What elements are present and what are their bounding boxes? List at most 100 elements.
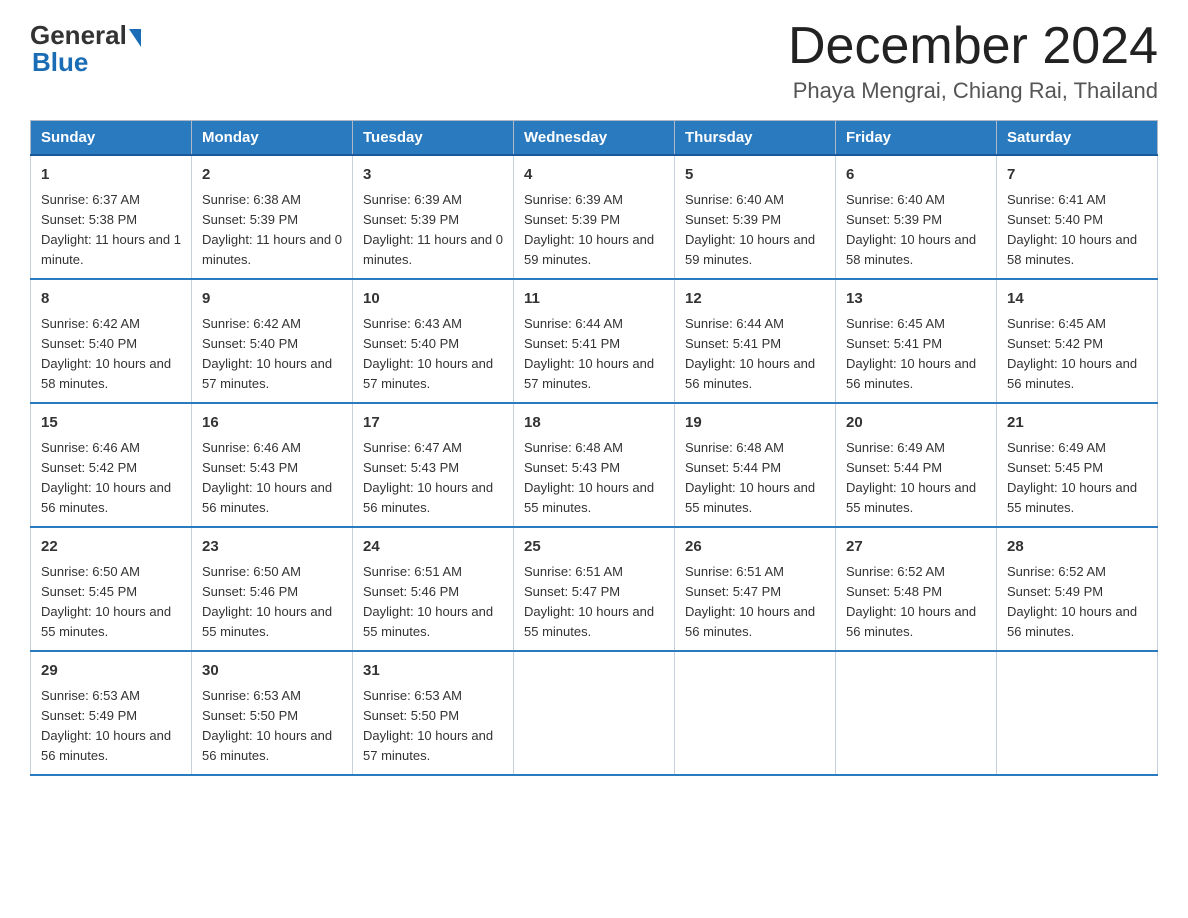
day-info: Sunrise: 6:53 AMSunset: 5:50 PMDaylight:…: [202, 688, 332, 763]
day-number: 18: [524, 412, 664, 435]
calendar-cell: 20 Sunrise: 6:49 AMSunset: 5:44 PMDaylig…: [836, 403, 997, 527]
calendar-cell: [675, 651, 836, 775]
week-row-3: 15 Sunrise: 6:46 AMSunset: 5:42 PMDaylig…: [31, 403, 1158, 527]
day-number: 9: [202, 288, 342, 311]
day-info: Sunrise: 6:52 AMSunset: 5:49 PMDaylight:…: [1007, 564, 1137, 639]
header-thursday: Thursday: [675, 121, 836, 156]
month-title: December 2024: [788, 20, 1158, 72]
day-info: Sunrise: 6:43 AMSunset: 5:40 PMDaylight:…: [363, 316, 493, 391]
day-info: Sunrise: 6:49 AMSunset: 5:45 PMDaylight:…: [1007, 440, 1137, 515]
day-number: 16: [202, 412, 342, 435]
day-info: Sunrise: 6:50 AMSunset: 5:45 PMDaylight:…: [41, 564, 171, 639]
day-number: 28: [1007, 536, 1147, 559]
day-number: 13: [846, 288, 986, 311]
calendar-cell: 10 Sunrise: 6:43 AMSunset: 5:40 PMDaylig…: [353, 279, 514, 403]
day-number: 31: [363, 660, 503, 683]
day-number: 22: [41, 536, 181, 559]
day-info: Sunrise: 6:46 AMSunset: 5:43 PMDaylight:…: [202, 440, 332, 515]
day-number: 23: [202, 536, 342, 559]
day-number: 20: [846, 412, 986, 435]
day-info: Sunrise: 6:38 AMSunset: 5:39 PMDaylight:…: [202, 192, 342, 267]
header-wednesday: Wednesday: [514, 121, 675, 156]
day-number: 29: [41, 660, 181, 683]
calendar-cell: 28 Sunrise: 6:52 AMSunset: 5:49 PMDaylig…: [997, 527, 1158, 651]
day-info: Sunrise: 6:39 AMSunset: 5:39 PMDaylight:…: [363, 192, 503, 267]
calendar-cell: 15 Sunrise: 6:46 AMSunset: 5:42 PMDaylig…: [31, 403, 192, 527]
week-row-2: 8 Sunrise: 6:42 AMSunset: 5:40 PMDayligh…: [31, 279, 1158, 403]
day-info: Sunrise: 6:51 AMSunset: 5:47 PMDaylight:…: [685, 564, 815, 639]
day-info: Sunrise: 6:45 AMSunset: 5:42 PMDaylight:…: [1007, 316, 1137, 391]
title-area: December 2024 Phaya Mengrai, Chiang Rai,…: [788, 20, 1158, 104]
week-row-5: 29 Sunrise: 6:53 AMSunset: 5:49 PMDaylig…: [31, 651, 1158, 775]
day-info: Sunrise: 6:39 AMSunset: 5:39 PMDaylight:…: [524, 192, 654, 267]
logo-arrow-icon: [129, 29, 141, 47]
calendar-cell: 1 Sunrise: 6:37 AMSunset: 5:38 PMDayligh…: [31, 155, 192, 279]
calendar-cell: 13 Sunrise: 6:45 AMSunset: 5:41 PMDaylig…: [836, 279, 997, 403]
day-info: Sunrise: 6:48 AMSunset: 5:43 PMDaylight:…: [524, 440, 654, 515]
day-info: Sunrise: 6:41 AMSunset: 5:40 PMDaylight:…: [1007, 192, 1137, 267]
calendar-cell: 24 Sunrise: 6:51 AMSunset: 5:46 PMDaylig…: [353, 527, 514, 651]
calendar-cell: 11 Sunrise: 6:44 AMSunset: 5:41 PMDaylig…: [514, 279, 675, 403]
calendar-cell: 26 Sunrise: 6:51 AMSunset: 5:47 PMDaylig…: [675, 527, 836, 651]
day-info: Sunrise: 6:53 AMSunset: 5:49 PMDaylight:…: [41, 688, 171, 763]
calendar-cell: 6 Sunrise: 6:40 AMSunset: 5:39 PMDayligh…: [836, 155, 997, 279]
calendar-cell: 29 Sunrise: 6:53 AMSunset: 5:49 PMDaylig…: [31, 651, 192, 775]
header-saturday: Saturday: [997, 121, 1158, 156]
calendar-cell: 27 Sunrise: 6:52 AMSunset: 5:48 PMDaylig…: [836, 527, 997, 651]
day-info: Sunrise: 6:47 AMSunset: 5:43 PMDaylight:…: [363, 440, 493, 515]
day-number: 17: [363, 412, 503, 435]
calendar-cell: 14 Sunrise: 6:45 AMSunset: 5:42 PMDaylig…: [997, 279, 1158, 403]
calendar-cell: 16 Sunrise: 6:46 AMSunset: 5:43 PMDaylig…: [192, 403, 353, 527]
day-number: 7: [1007, 164, 1147, 187]
calendar-cell: 4 Sunrise: 6:39 AMSunset: 5:39 PMDayligh…: [514, 155, 675, 279]
day-number: 19: [685, 412, 825, 435]
day-number: 27: [846, 536, 986, 559]
day-info: Sunrise: 6:51 AMSunset: 5:46 PMDaylight:…: [363, 564, 493, 639]
day-info: Sunrise: 6:45 AMSunset: 5:41 PMDaylight:…: [846, 316, 976, 391]
day-number: 26: [685, 536, 825, 559]
day-info: Sunrise: 6:49 AMSunset: 5:44 PMDaylight:…: [846, 440, 976, 515]
calendar-cell: 7 Sunrise: 6:41 AMSunset: 5:40 PMDayligh…: [997, 155, 1158, 279]
day-info: Sunrise: 6:40 AMSunset: 5:39 PMDaylight:…: [846, 192, 976, 267]
logo: General Blue: [30, 20, 143, 78]
day-info: Sunrise: 6:44 AMSunset: 5:41 PMDaylight:…: [524, 316, 654, 391]
day-number: 30: [202, 660, 342, 683]
calendar-cell: 18 Sunrise: 6:48 AMSunset: 5:43 PMDaylig…: [514, 403, 675, 527]
week-row-4: 22 Sunrise: 6:50 AMSunset: 5:45 PMDaylig…: [31, 527, 1158, 651]
calendar-cell: 9 Sunrise: 6:42 AMSunset: 5:40 PMDayligh…: [192, 279, 353, 403]
calendar-cell: 23 Sunrise: 6:50 AMSunset: 5:46 PMDaylig…: [192, 527, 353, 651]
day-info: Sunrise: 6:48 AMSunset: 5:44 PMDaylight:…: [685, 440, 815, 515]
day-info: Sunrise: 6:46 AMSunset: 5:42 PMDaylight:…: [41, 440, 171, 515]
day-info: Sunrise: 6:52 AMSunset: 5:48 PMDaylight:…: [846, 564, 976, 639]
calendar-cell: 12 Sunrise: 6:44 AMSunset: 5:41 PMDaylig…: [675, 279, 836, 403]
day-number: 11: [524, 288, 664, 311]
day-number: 15: [41, 412, 181, 435]
header-tuesday: Tuesday: [353, 121, 514, 156]
calendar-cell: 21 Sunrise: 6:49 AMSunset: 5:45 PMDaylig…: [997, 403, 1158, 527]
calendar-cell: 2 Sunrise: 6:38 AMSunset: 5:39 PMDayligh…: [192, 155, 353, 279]
day-number: 25: [524, 536, 664, 559]
calendar-cell: [836, 651, 997, 775]
calendar-cell: 19 Sunrise: 6:48 AMSunset: 5:44 PMDaylig…: [675, 403, 836, 527]
day-info: Sunrise: 6:42 AMSunset: 5:40 PMDaylight:…: [202, 316, 332, 391]
day-number: 4: [524, 164, 664, 187]
calendar-header-row: Sunday Monday Tuesday Wednesday Thursday…: [31, 121, 1158, 156]
day-number: 21: [1007, 412, 1147, 435]
day-info: Sunrise: 6:37 AMSunset: 5:38 PMDaylight:…: [41, 192, 181, 267]
location-subtitle: Phaya Mengrai, Chiang Rai, Thailand: [788, 78, 1158, 104]
calendar-table: Sunday Monday Tuesday Wednesday Thursday…: [30, 120, 1158, 776]
day-info: Sunrise: 6:53 AMSunset: 5:50 PMDaylight:…: [363, 688, 493, 763]
header-monday: Monday: [192, 121, 353, 156]
day-number: 14: [1007, 288, 1147, 311]
calendar-cell: 8 Sunrise: 6:42 AMSunset: 5:40 PMDayligh…: [31, 279, 192, 403]
day-info: Sunrise: 6:44 AMSunset: 5:41 PMDaylight:…: [685, 316, 815, 391]
calendar-cell: 3 Sunrise: 6:39 AMSunset: 5:39 PMDayligh…: [353, 155, 514, 279]
day-number: 3: [363, 164, 503, 187]
calendar-cell: 31 Sunrise: 6:53 AMSunset: 5:50 PMDaylig…: [353, 651, 514, 775]
calendar-cell: 17 Sunrise: 6:47 AMSunset: 5:43 PMDaylig…: [353, 403, 514, 527]
day-info: Sunrise: 6:50 AMSunset: 5:46 PMDaylight:…: [202, 564, 332, 639]
calendar-cell: 5 Sunrise: 6:40 AMSunset: 5:39 PMDayligh…: [675, 155, 836, 279]
header-sunday: Sunday: [31, 121, 192, 156]
day-number: 10: [363, 288, 503, 311]
day-number: 12: [685, 288, 825, 311]
